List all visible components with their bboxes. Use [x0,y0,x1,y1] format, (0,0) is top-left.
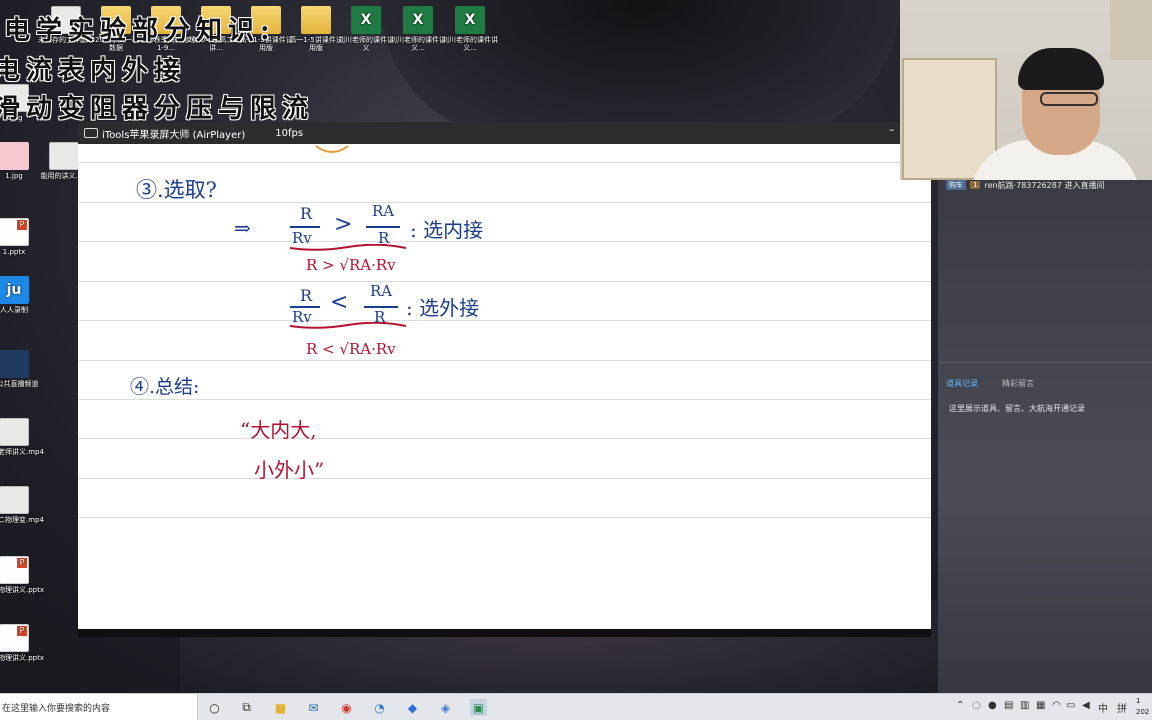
browser-icon[interactable]: ◔ [371,699,388,716]
desktop-icon[interactable]: X 刘川老师的课件讲义... [388,6,448,52]
video-file-icon [0,486,29,514]
tray-monitor-icon[interactable]: ▭ [1066,700,1075,711]
active-app-icon[interactable]: ▣ [470,699,487,716]
desktop-icon[interactable]: 1.pptx [0,218,44,256]
comparison-op: > [334,212,353,237]
excel-icon: X [351,6,381,34]
minimize-button[interactable]: – [889,123,895,136]
live-panel-hint: 这里展示道具、留言、大航海开通记录 [949,404,1085,413]
task-view-icon[interactable]: ⧉ [238,699,255,716]
mail-icon[interactable]: ✉ [305,699,322,716]
viewer-level-badge: 1 [970,181,981,189]
live-stream-icon [0,350,29,378]
excel-icon: X [403,6,433,34]
summary-line-2: 小外小” [254,458,325,482]
screen-cast-icon [84,128,98,138]
simplified-condition-2: R < √RA·Rv [306,340,396,358]
ruled-line [78,162,931,163]
ppt-file-icon [0,218,29,246]
ruled-line [78,438,931,439]
ruled-line [78,360,931,361]
stray-mark [315,145,349,153]
comparison-op: < [330,290,349,315]
frac2-numerator: RA [372,202,395,220]
live-panel-tabs: 道具记录 精彩留言 [946,378,1034,389]
ppt-file-icon [0,624,29,652]
ppt-file-icon [0,556,29,584]
tray-up-arrow-icon[interactable]: ⌃ [956,700,964,711]
frac3-numerator: R [300,286,313,305]
ruled-line [78,281,931,282]
tray-mic-icon[interactable]: ● [988,700,997,711]
overlay-heading-1: 电学实验部分知识: [4,16,276,46]
fraction-bar [366,226,400,228]
window-title: iTools苹果录屏大师 (AirPlayer) [102,129,246,141]
desktop-icon[interactable]: 高二物理讲义.pptx [0,624,44,662]
desktop-icon[interactable]: 刘川老师讲义.mp4 [0,418,44,456]
ruled-line [78,320,931,321]
overlay-heading-3: 滑动变阻器分压与限流 [0,94,315,124]
window-bottom-border [78,629,931,637]
tray-network-icon[interactable]: ◌ [972,700,981,711]
webcam-background-frame [1110,0,1152,60]
desktop-icon[interactable]: X 刘川老师的课件讲义 [336,6,396,52]
airplayer-titlebar[interactable]: iTools苹果录屏大师 (AirPlayer) 10fps [78,122,900,144]
webcam-person-hair [1018,48,1104,90]
system-clock[interactable]: 1 202 [1136,696,1149,718]
viewer-entry-notice: 购车 1 ren航路·783726287 进入直播间 [946,178,1152,192]
webcam-feed [900,0,1152,180]
desktop-icon[interactable]: 暑期二物理变.mp4 [0,486,44,524]
feishu-icon[interactable]: ◈ [437,699,454,716]
tray-app-icon[interactable]: ▥ [1020,700,1029,711]
live-panel-background [938,180,1152,700]
desktop-icon[interactable]: ju 人人录制 [0,276,44,314]
recorder-app-icon: ju [0,276,29,304]
fraction-bar [290,226,320,228]
ruled-line [78,478,931,479]
implies-arrow: ⇒ [234,216,251,240]
app-icon[interactable]: ◆ [404,699,421,716]
folder-icon [301,6,331,34]
result-inner-connection: : 选内接 [410,218,484,242]
tray-wifi-icon[interactable]: ◠ [1052,700,1061,711]
frac4-numerator: RA [370,282,393,300]
viewer-entry-text: ren航路·783726287 进入直播间 [984,180,1105,190]
frac1-numerator: R [300,204,313,223]
underline-mark [289,322,407,329]
tray-volume-icon[interactable]: ◀ [1082,700,1090,711]
fps-indicator: 10fps [275,127,304,139]
file-explorer-icon[interactable]: ■ [272,699,289,716]
tab-gift-records[interactable]: 道具记录 [946,378,978,389]
ruled-line [78,241,931,242]
handwritten-note-page: ③.选取? ⇒ R Rv > RA R : 选内接 R > √RA·Rv R R… [78,144,931,631]
ruled-line [78,517,931,518]
overlay-heading-2: 电流表内外接 [0,56,187,86]
excel-icon: X [455,6,485,34]
result-outer-connection: : 选外接 [406,296,480,320]
desktop-icon[interactable]: 高一物理讲义.pptx [0,556,44,594]
simplified-condition-1: R > √RA·Rv [306,256,396,274]
video-file-icon [0,418,29,446]
panel-divider [938,362,1152,363]
viewer-badge: 购车 [946,180,966,190]
taskbar: 在这里输入你要搜索的内容 ○ ⧉ ■ ✉ ◉ ◔ ◆ ◈ ▣ ⌃ ◌ ● ▤ ▥… [0,693,1152,720]
desktop-icon[interactable]: X 刘川老师的课件讲义... [440,6,500,52]
ime-mode-indicator[interactable]: 拼 [1117,700,1127,715]
taskbar-search-input[interactable]: 在这里输入你要搜索的内容 [0,694,198,720]
ime-indicator[interactable]: 中 [1098,700,1108,715]
tab-featured-comments[interactable]: 精彩留言 [1002,378,1034,389]
section-4-heading: ④.总结: [130,376,200,398]
text-file-icon [49,142,79,170]
cortana-icon[interactable]: ○ [206,699,223,716]
summary-line-1: “大内大, [240,418,317,442]
chrome-icon[interactable]: ◉ [338,699,355,716]
section-3-heading: ③.选取? [136,178,217,202]
ruled-line [78,399,931,400]
underline-mark [289,244,407,251]
tray-app-icon[interactable]: ▤ [1004,700,1013,711]
desktop-icon[interactable]: 开公共直播频道 [0,350,44,388]
image-file-icon [0,142,29,170]
tray-app-icon[interactable]: ▦ [1036,700,1045,711]
webcam-person-glasses [1040,92,1098,106]
